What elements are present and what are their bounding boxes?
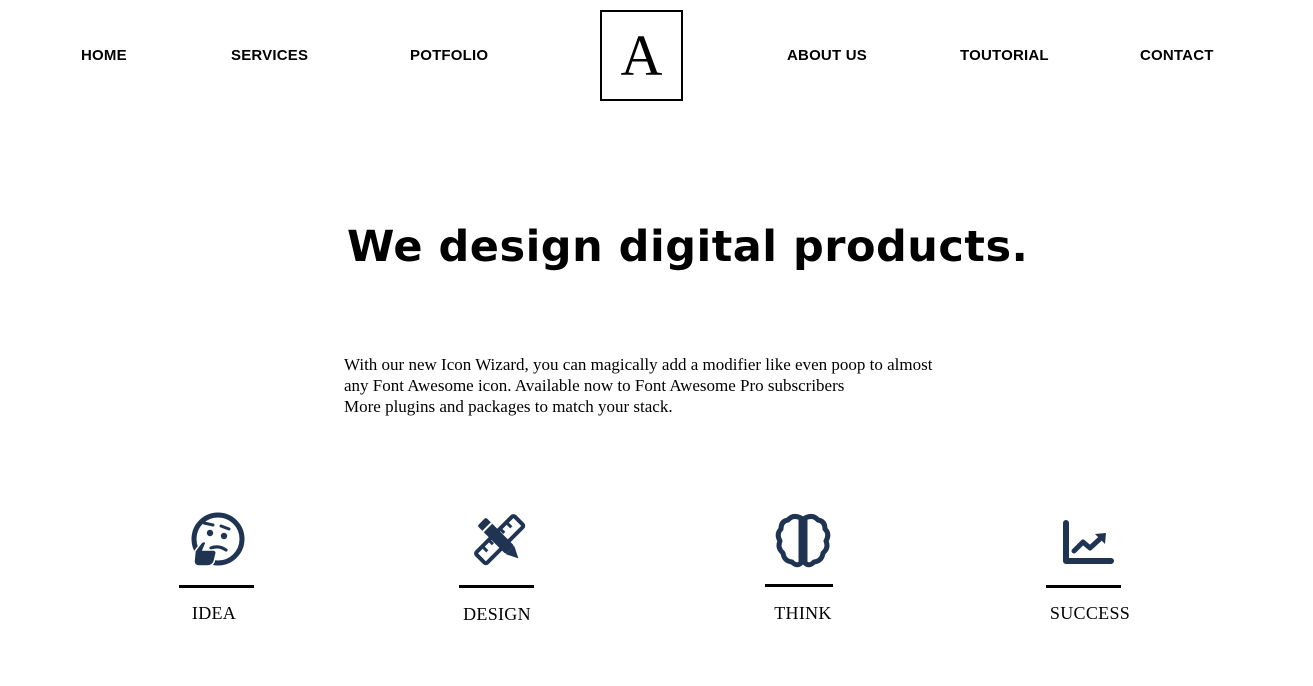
intro-line-3: More plugins and packages to match your … <box>344 397 673 416</box>
thinking-face-icon <box>191 512 245 567</box>
success-divider <box>1046 585 1121 588</box>
nav-tutorial[interactable]: TOUTORIAL <box>960 47 1049 64</box>
intro-paragraph: With our new Icon Wizard, you can magica… <box>344 354 984 417</box>
design-divider <box>459 585 534 588</box>
nav-contact[interactable]: CONTACT <box>1140 47 1214 64</box>
nav-portfolio[interactable]: POTFOLIO <box>410 47 488 64</box>
feature-label-design: DESIGN <box>463 604 531 624</box>
feature-design: DESIGN <box>437 510 557 624</box>
nav-services[interactable]: SERVICES <box>231 47 308 64</box>
nav-home[interactable]: HOME <box>81 47 127 64</box>
logo[interactable]: A <box>600 10 683 101</box>
intro-line-1: With our new Icon Wizard, you can magica… <box>344 355 933 374</box>
chart-line-icon <box>1063 520 1114 564</box>
pencil-ruler-icon <box>474 514 526 566</box>
feature-label-idea: IDEA <box>191 603 237 623</box>
feature-label-success: SUCCESS <box>1049 603 1131 623</box>
feature-idea: IDEA <box>156 510 276 623</box>
intro-line-2: any Font Awesome icon. Available now to … <box>344 376 845 395</box>
logo-letter: A <box>620 22 663 88</box>
feature-think: THINK <box>743 510 863 623</box>
think-divider <box>765 584 833 587</box>
nav-about-us[interactable]: ABOUT US <box>787 47 867 64</box>
page-headline: We design digital products. <box>347 222 1029 272</box>
feature-success: SUCCESS <box>1024 510 1144 623</box>
feature-label-think: THINK <box>774 603 832 623</box>
brain-icon <box>775 513 831 568</box>
idea-divider <box>179 585 254 588</box>
